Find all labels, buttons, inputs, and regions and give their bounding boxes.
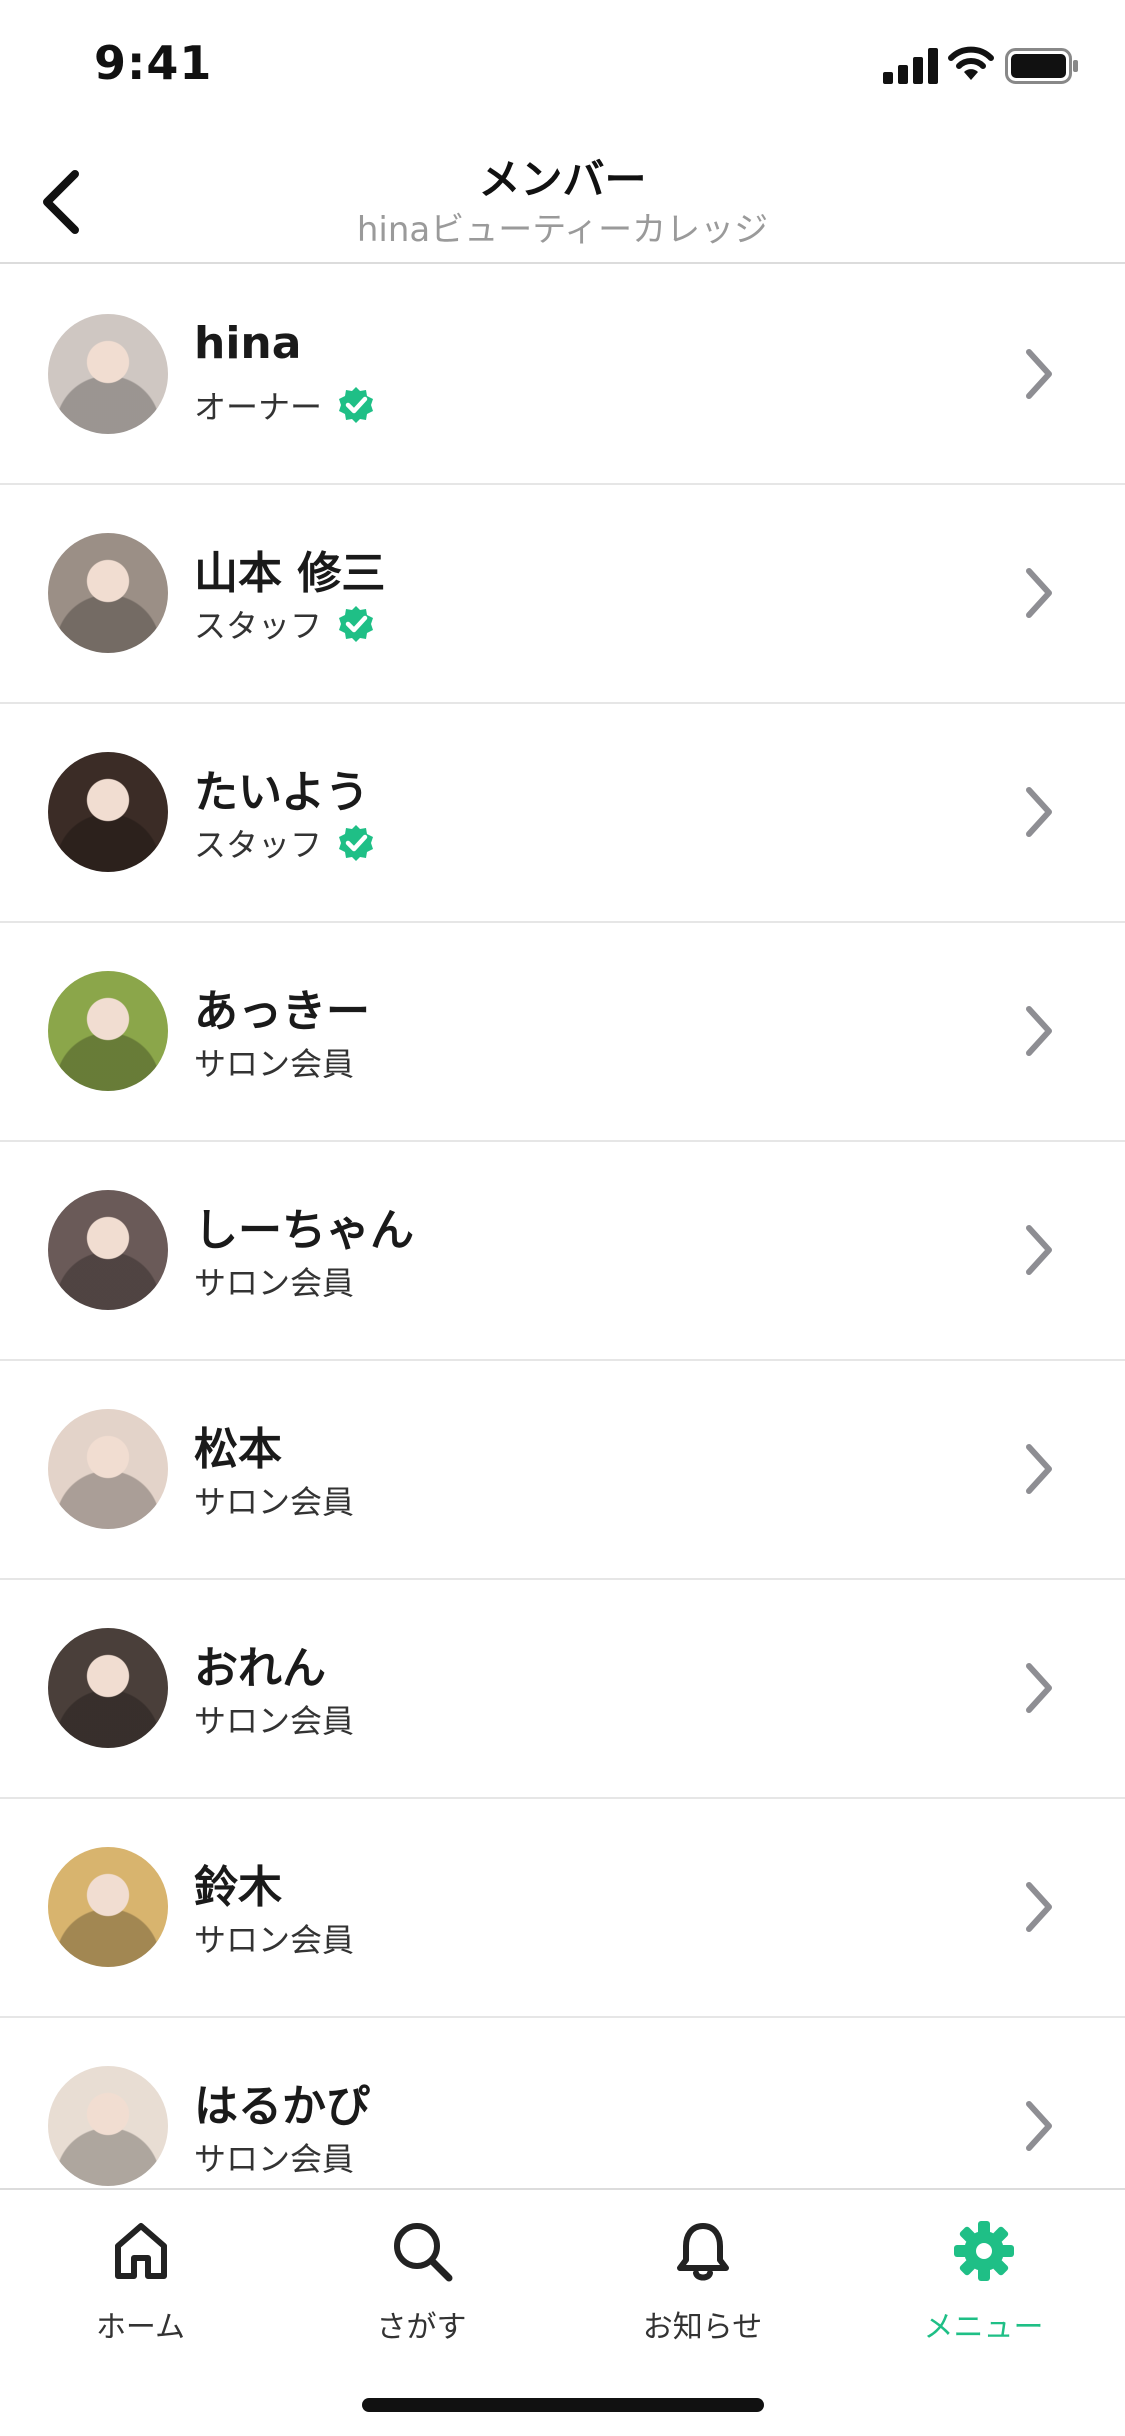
member-role-wrap: サロン会員 — [194, 1477, 354, 1523]
member-row[interactable]: はるかぴ サロン会員 — [0, 2018, 1125, 2188]
tab-menu[interactable]: メニュー — [843, 2210, 1124, 2360]
member-role-wrap: サロン会員 — [194, 2134, 354, 2180]
member-name: しーちゃん — [194, 1205, 414, 1256]
member-role-wrap: スタッフ — [194, 601, 376, 647]
member-name: 松本 — [194, 1424, 282, 1475]
signal-icon — [883, 48, 938, 84]
tab-label: さがす — [376, 2310, 467, 2345]
member-role: サロン会員 — [194, 1483, 355, 1521]
home-indicator — [362, 2398, 764, 2412]
bell-icon — [676, 2223, 729, 2281]
avatar — [48, 971, 168, 1091]
avatar — [48, 1628, 168, 1748]
member-row[interactable]: 松本 サロン会員 — [0, 1361, 1125, 1580]
member-row[interactable]: 山本 修三 スタッフ — [0, 485, 1125, 704]
member-name: 鈴木 — [194, 1862, 282, 1913]
member-row[interactable]: hina オーナー — [0, 266, 1125, 485]
member-row[interactable]: おれん サロン会員 — [0, 1580, 1125, 1799]
member-row[interactable]: しーちゃんサロン会員 — [0, 1142, 1125, 1361]
tab-label: メニュー — [923, 2310, 1044, 2345]
member-role-wrap: サロン会員 — [194, 1039, 354, 1085]
member-name: おれん — [194, 1643, 326, 1694]
search-icon — [393, 2223, 452, 2282]
member-name: あっきー — [194, 986, 370, 1037]
member-role: オーナー — [194, 388, 323, 426]
nav-header: メンバー hinaビューティーカレッジ — [0, 132, 1125, 264]
avatar — [48, 752, 168, 872]
member-role-wrap: オーナー — [194, 382, 376, 428]
chevron-right-icon — [1026, 2101, 1052, 2151]
battery-icon — [1005, 48, 1078, 84]
member-role: サロン会員 — [194, 1921, 355, 1959]
page-subtitle: hinaビューティーカレッジ — [356, 210, 769, 250]
wifi-icon — [948, 46, 994, 80]
tab-notifications[interactable]: お知らせ — [562, 2210, 843, 2360]
chevron-right-icon — [1026, 1882, 1052, 1932]
status-time: 9:41 — [94, 36, 213, 90]
chevron-right-icon — [1026, 1225, 1052, 1275]
member-row[interactable]: あっきー サロン会員 — [0, 923, 1125, 1142]
member-role: スタッフ — [194, 607, 323, 645]
chevron-right-icon — [1026, 787, 1052, 837]
chevron-right-icon — [1026, 349, 1052, 399]
status-bar: 9:41 — [0, 0, 1125, 132]
chevron-right-icon — [1026, 568, 1052, 618]
member-list: hina オーナー 山本 修三 スタッフ たいよう スタッフ あっきー サロン会員 しーちゃんサ… — [0, 266, 1125, 2188]
tab-label: ホーム — [95, 2310, 186, 2345]
avatar — [48, 533, 168, 653]
member-role: サロン会員 — [194, 1045, 355, 1083]
member-role: スタッフ — [194, 826, 323, 864]
member-role-wrap: スタッフ — [194, 820, 376, 866]
verified-badge-icon — [339, 825, 374, 861]
tab-label: お知らせ — [642, 2310, 763, 2345]
member-role: サロン会員 — [194, 1264, 355, 1302]
avatar — [48, 1190, 168, 1310]
member-name: たいよう — [194, 767, 370, 818]
chevron-right-icon — [1026, 1663, 1052, 1713]
tab-home[interactable]: ホーム — [0, 2210, 281, 2360]
chevron-right-icon — [1026, 1444, 1052, 1494]
chevron-right-icon — [1026, 1006, 1052, 1056]
member-role-wrap: サロン会員 — [194, 1258, 354, 1304]
verified-badge-icon — [339, 606, 374, 642]
avatar — [48, 2066, 168, 2186]
member-role-wrap: サロン会員 — [194, 1696, 354, 1742]
page-title: メンバー — [478, 155, 647, 204]
member-row[interactable]: たいよう スタッフ — [0, 704, 1125, 923]
member-name: はるかぴ — [194, 2081, 370, 2132]
member-role: サロン会員 — [194, 1702, 355, 1740]
verified-badge-icon — [339, 387, 374, 423]
member-name: 山本 修三 — [194, 548, 386, 599]
avatar — [48, 1409, 168, 1529]
avatar — [48, 1847, 168, 1967]
member-role: サロン会員 — [194, 2140, 355, 2178]
avatar — [48, 314, 168, 434]
member-name: hina — [194, 318, 302, 369]
gear-icon — [953, 2221, 1014, 2281]
tab-search[interactable]: さがす — [281, 2210, 562, 2360]
member-role-wrap: サロン会員 — [194, 1915, 354, 1961]
home-icon — [114, 2223, 167, 2279]
member-row[interactable]: 鈴木 サロン会員 — [0, 1799, 1125, 2018]
